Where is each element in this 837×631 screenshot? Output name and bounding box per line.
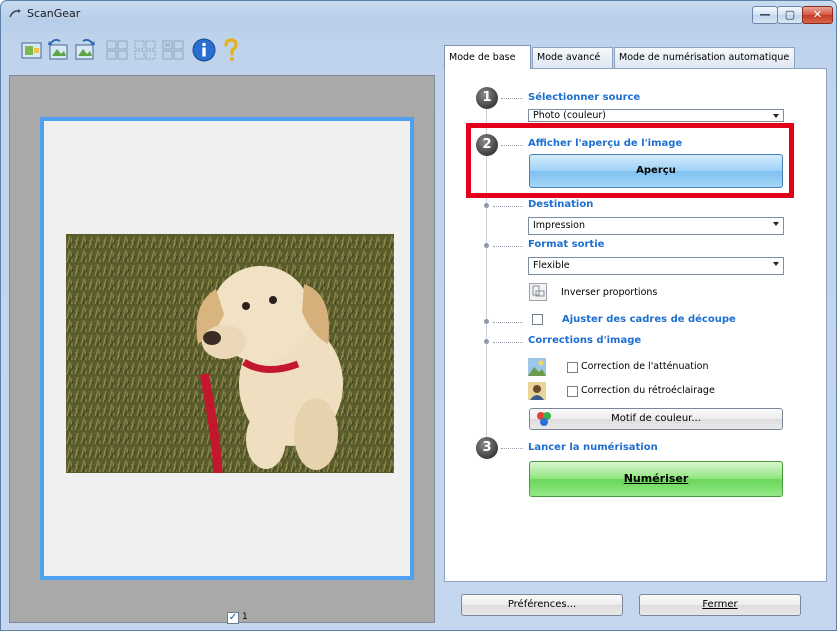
window-title: ScanGear <box>27 7 81 20</box>
tab-mode-numerisation-automatique[interactable]: Mode de numérisation automatique <box>614 47 795 69</box>
fading-correction-label: Correction de l'atténuation <box>581 361 709 372</box>
destination-dot <box>484 203 489 208</box>
step-3-dots <box>501 448 523 449</box>
info-icon[interactable] <box>191 37 217 63</box>
color-pattern-button[interactable]: Motif de couleur... <box>529 408 783 430</box>
chevron-down-icon <box>773 114 779 118</box>
source-select[interactable]: Photo (couleur) <box>528 109 784 122</box>
maximize-icon: ▢ <box>784 8 796 21</box>
minimize-icon: — <box>759 8 771 21</box>
rotate-right-icon[interactable] <box>72 37 98 63</box>
adjust-crop-dot <box>484 319 489 324</box>
red-highlight-box <box>466 123 794 198</box>
color-pattern-label: Motif de couleur... <box>611 413 701 424</box>
fading-correction-checkbox[interactable] <box>567 362 578 373</box>
backlight-correction-label: Correction du rétroéclairage <box>581 385 715 396</box>
maximize-button[interactable]: ▢ <box>777 6 803 24</box>
thumbnail-number: 1 <box>242 612 248 622</box>
title-bar: ScanGear — ▢ ✕ <box>1 1 836 29</box>
chevron-down-icon <box>773 222 779 226</box>
backlight-correction-icon <box>528 382 546 400</box>
close-button[interactable]: Fermer <box>639 594 801 616</box>
close-button-label: Fermer <box>702 599 738 610</box>
start-scan-label: Lancer la numérisation <box>528 442 658 453</box>
tab-mode-avance[interactable]: Mode avancé <box>532 47 613 69</box>
select-all-icon[interactable] <box>132 37 158 63</box>
corrections-dot <box>484 339 489 344</box>
output-format-select-value: Flexible <box>533 260 570 271</box>
fading-correction-icon <box>528 358 546 376</box>
preview-frame[interactable]: ✓ 1 <box>40 117 414 624</box>
adjust-crop-label: Ajuster des cadres de découpe <box>562 314 736 325</box>
invert-ratio-label: Inverser proportions <box>561 287 658 298</box>
toolbar <box>19 37 419 67</box>
rotate-left-icon[interactable] <box>45 37 71 63</box>
chevron-down-icon <box>773 262 779 266</box>
backlight-correction-checkbox[interactable] <box>567 386 578 397</box>
close-window-button[interactable]: ✕ <box>802 6 833 24</box>
help-icon[interactable] <box>218 37 244 63</box>
thumbnail-checkbox[interactable]: ✓ <box>227 612 239 624</box>
preferences-button-label: Préférences... <box>507 599 577 610</box>
destination-select[interactable]: Impression <box>528 217 784 235</box>
image-corrections-label: Corrections d'image <box>528 335 642 346</box>
scan-thumbnail-icon[interactable] <box>19 37 45 63</box>
color-palette-icon <box>537 412 551 426</box>
preview-area: ✓ 1 <box>9 75 435 624</box>
scan-button-label: Numériser <box>623 472 689 485</box>
destination-label: Destination <box>528 199 594 210</box>
step-1-badge: 1 <box>476 87 498 109</box>
output-format-select[interactable]: Flexible <box>528 257 784 275</box>
tab-label: Mode de numérisation automatique <box>619 52 790 63</box>
tab-label: Mode de base <box>449 52 516 63</box>
destination-select-value: Impression <box>533 220 585 231</box>
destination-dots <box>493 206 523 207</box>
remove-crop-icon[interactable] <box>160 37 186 63</box>
preview-photo <box>66 234 394 473</box>
crop-icon[interactable] <box>104 37 130 63</box>
invert-ratio-icon[interactable] <box>529 283 547 301</box>
scan-button[interactable]: Numériser <box>529 461 783 497</box>
scangear-app-icon <box>9 9 21 18</box>
adjust-crop-checkbox[interactable] <box>532 314 543 325</box>
scangear-window: ScanGear — ▢ ✕ ✓ 1 Mode de base Mode ava… <box>0 0 837 631</box>
step-1-dots <box>501 98 523 99</box>
source-select-value: Photo (couleur) <box>533 110 606 121</box>
output-format-label: Format sortie <box>528 239 605 250</box>
output-format-dot <box>484 243 489 248</box>
close-icon: ✕ <box>812 8 823 21</box>
output-format-dots <box>493 246 523 247</box>
step-3-badge: 3 <box>476 437 498 459</box>
corrections-dots <box>493 342 523 343</box>
tab-label: Mode avancé <box>537 52 601 63</box>
minimize-button[interactable]: — <box>752 6 778 24</box>
tab-mode-de-base[interactable]: Mode de base <box>444 45 531 69</box>
select-source-label: Sélectionner source <box>528 92 641 103</box>
preferences-button[interactable]: Préférences... <box>461 594 623 616</box>
adjust-crop-dots <box>493 322 523 323</box>
